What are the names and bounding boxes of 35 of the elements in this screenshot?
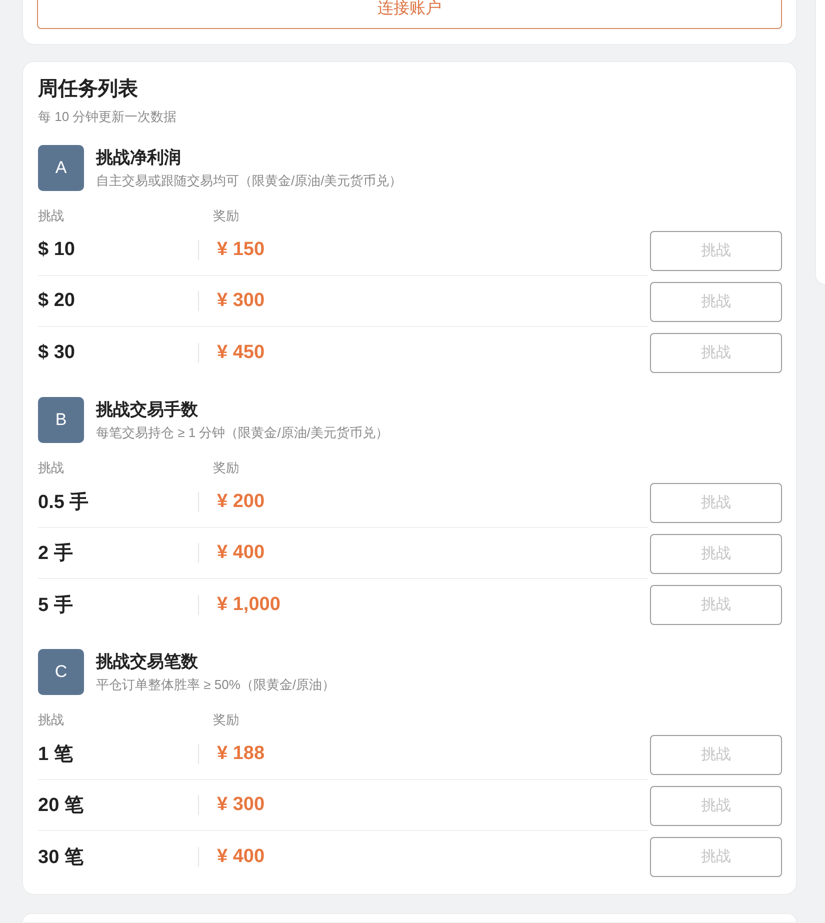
challenge-description: 自主交易或跟随交易均可（限黄金/原油/美元货币兑） <box>96 172 402 190</box>
challenge-title: 挑战交易手数 <box>96 399 199 421</box>
column-label: 奖励 <box>213 459 239 477</box>
target-value: 1 笔 <box>38 743 74 767</box>
reward-amount: ¥ 300 <box>217 290 265 312</box>
target-value: $ 10 <box>38 239 76 261</box>
column-label: 挑战 <box>38 459 64 477</box>
target-value: 30 笔 <box>38 846 84 870</box>
letter-badge: B <box>38 397 84 443</box>
column-label: 挑战 <box>38 711 64 729</box>
target-value: 0.5 手 <box>38 490 90 515</box>
column-label: 奖励 <box>213 207 239 225</box>
reward-amount: ¥ 188 <box>217 743 265 765</box>
card-title: 周任务列表 <box>38 77 139 102</box>
reward-amount: ¥ 1,000 <box>217 594 280 616</box>
letter-badge: A <box>38 145 84 191</box>
target-value: $ 20 <box>38 290 76 312</box>
reward-amount: ¥ 200 <box>217 491 265 513</box>
challenge-description: 平仓订单整体胜率 ≥ 50%（限黄金/原油） <box>96 676 335 694</box>
column-label: 挑战 <box>38 207 64 225</box>
target-value: $ 30 <box>38 342 76 364</box>
column-label: 奖励 <box>213 711 239 729</box>
target-value: 5 手 <box>38 594 74 618</box>
update-note: 每 10 分钟更新一次数据 <box>38 108 178 126</box>
reward-amount: ¥ 450 <box>217 342 265 364</box>
letter-badge: C <box>38 649 84 695</box>
challenge-title: 挑战净利润 <box>96 147 182 169</box>
target-value: 20 笔 <box>38 794 84 818</box>
reward-amount: ¥ 150 <box>217 239 265 261</box>
reward-amount: ¥ 300 <box>217 794 265 816</box>
challenge-description: 每笔交易持仓 ≥ 1 分钟（限黄金/原油/美元货币兑） <box>96 424 388 442</box>
target-value: 2 手 <box>38 542 74 566</box>
reward-amount: ¥ 400 <box>217 846 265 868</box>
challenge-title: 挑战交易笔数 <box>96 651 199 673</box>
reward-amount: ¥ 400 <box>217 542 265 564</box>
